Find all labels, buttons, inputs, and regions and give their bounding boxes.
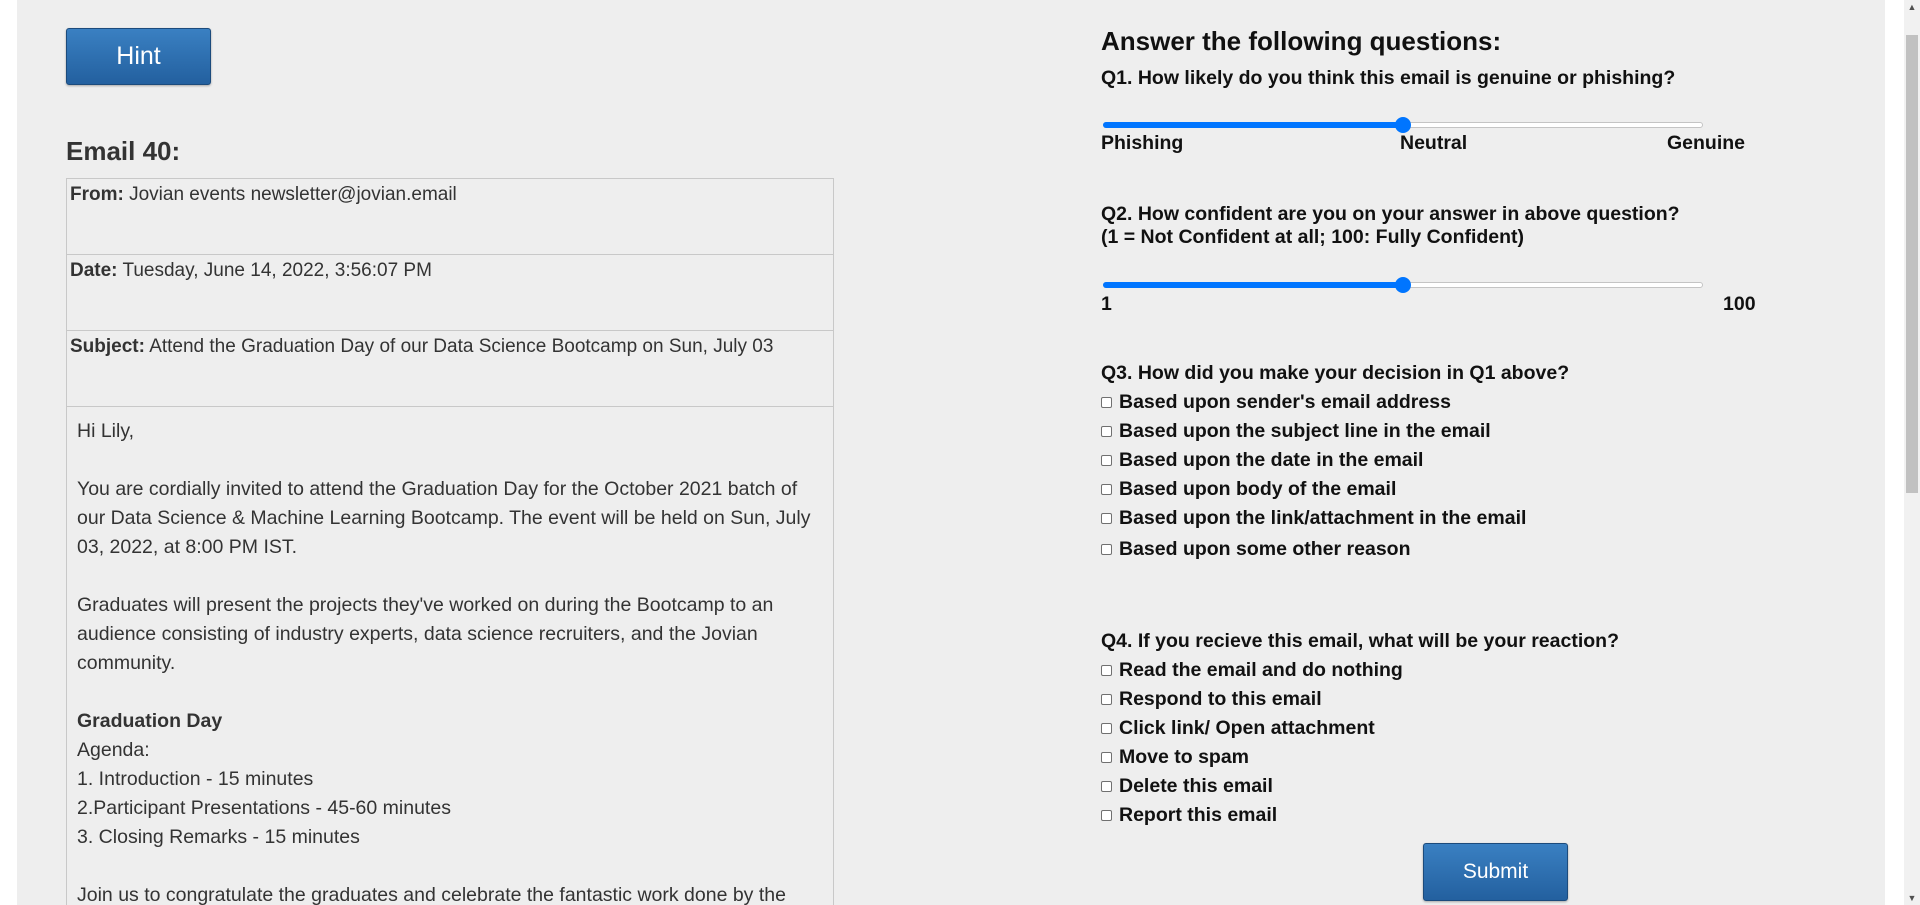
email-panel: From: Jovian events newsletter@jovian.em… [66,178,834,905]
page-background: Hint Email 40: From: Jovian events newsl… [17,0,1885,905]
checkbox[interactable] [1101,723,1112,734]
option-label: Based upon the date in the email [1119,449,1424,471]
date-label: Date: [70,260,118,281]
q3-option[interactable]: Based upon the date in the email [1101,449,1423,472]
q4-option[interactable]: Respond to this email [1101,688,1322,711]
checkbox[interactable] [1101,426,1112,437]
q1-label-genuine: Genuine [1667,132,1746,154]
scroll-down-arrow-icon[interactable]: ▼ [1904,891,1920,905]
checkbox[interactable] [1101,810,1112,821]
q3-option[interactable]: Based upon body of the email [1101,478,1396,501]
option-label: Respond to this email [1119,688,1322,710]
q3-option[interactable]: Based upon the subject line in the email [1101,420,1491,443]
q2-label-max: 100 [1723,293,1756,315]
agenda-item: 1. Introduction - 15 minutes [77,768,314,790]
option-label: Report this email [1119,804,1278,826]
date-value: Tuesday, June 14, 2022, 3:56:07 PM [122,260,432,281]
email-paragraph-1: You are cordially invited to attend the … [77,478,811,558]
email-closing: Join us to congratulate the graduates an… [77,884,786,905]
scrollbar-thumb[interactable] [1906,35,1918,493]
q3-option[interactable]: Based upon the link/attachment in the em… [1101,507,1526,530]
q3-text: Q3. How did you make your decision in Q1… [1101,362,1570,384]
checkbox[interactable] [1101,665,1112,676]
option-label: Delete this email [1119,775,1273,797]
q1-slider[interactable] [1101,117,1706,133]
checkbox[interactable] [1101,397,1112,408]
q4-option[interactable]: Move to spam [1101,746,1249,769]
submit-button[interactable]: Submit [1423,843,1568,901]
from-value: Jovian events newsletter@jovian.email [129,184,457,205]
q2-slider[interactable] [1101,277,1706,293]
option-label: Move to spam [1119,746,1250,768]
q2-text: Q2. How confident are you on your answer… [1101,203,1680,249]
email-greeting: Hi Lily, [77,420,135,442]
agenda-item: 3. Closing Remarks - 15 minutes [77,826,360,848]
q2-line-1: Q2. How confident are you on your answer… [1101,203,1680,225]
checkbox[interactable] [1101,781,1112,792]
questions-title: Answer the following questions: [1101,26,1502,56]
graduation-day-heading: Graduation Day [77,710,223,732]
slider-thumb[interactable] [1395,117,1411,133]
slider-fill [1103,282,1403,288]
agenda-item: 2.Participant Presentations - 45-60 minu… [77,797,451,819]
scroll-up-arrow-icon[interactable]: ▲ [1904,0,1920,14]
checkbox[interactable] [1101,752,1112,763]
slider-thumb[interactable] [1395,277,1411,293]
checkbox[interactable] [1101,455,1112,466]
email-paragraph-2: Graduates will present the projects they… [77,594,774,674]
q4-option[interactable]: Click link/ Open attachment [1101,717,1375,740]
option-label: Based upon the link/attachment in the em… [1119,507,1527,529]
option-label: Based upon the subject line in the email [1119,420,1491,442]
checkbox[interactable] [1101,513,1112,524]
option-label: Based upon sender's email address [1119,391,1451,413]
q1-text: Q1. How likely do you think this email i… [1101,67,1676,89]
q2-label-min: 1 [1101,293,1112,315]
email-title: Email 40: [66,136,181,166]
q4-option[interactable]: Read the email and do nothing [1101,659,1403,682]
email-subject-row: Subject: Attend the Graduation Day of ou… [67,331,833,407]
email-date-row: Date: Tuesday, June 14, 2022, 3:56:07 PM [67,255,833,331]
email-body: Hi Lily, You are cordially invited to at… [67,407,833,905]
option-label: Based upon some other reason [1119,538,1411,560]
option-label: Based upon body of the email [1119,478,1397,500]
option-label: Click link/ Open attachment [1119,717,1375,739]
subject-value: Attend the Graduation Day of our Data Sc… [149,336,774,357]
agenda-label: Agenda: [77,739,150,761]
q1-label-phishing: Phishing [1101,132,1184,154]
option-label: Read the email and do nothing [1119,659,1403,681]
q4-text: Q4. If you recieve this email, what will… [1101,630,1619,652]
subject-label: Subject: [70,336,145,357]
vertical-scrollbar[interactable]: ▲ ▼ [1904,0,1920,905]
hint-button[interactable]: Hint [66,28,211,85]
checkbox[interactable] [1101,694,1112,705]
checkbox[interactable] [1101,544,1112,555]
q3-option[interactable]: Based upon some other reason [1101,538,1410,561]
q2-line-2: (1 = Not Confident at all; 100: Fully Co… [1101,226,1525,248]
email-from-row: From: Jovian events newsletter@jovian.em… [67,179,833,255]
from-label: From: [70,184,124,205]
q3-option[interactable]: Based upon sender's email address [1101,391,1451,414]
checkbox[interactable] [1101,484,1112,495]
slider-fill [1103,122,1403,128]
q1-label-neutral: Neutral [1400,132,1468,154]
q4-option[interactable]: Report this email [1101,804,1277,827]
q4-option[interactable]: Delete this email [1101,775,1273,798]
